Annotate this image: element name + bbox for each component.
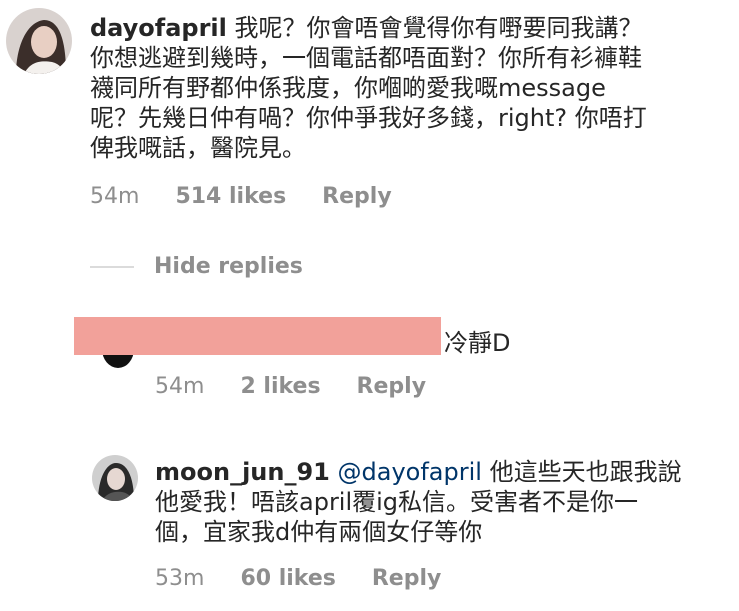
likes-count[interactable]: 514 likes <box>175 184 286 209</box>
reply-button[interactable]: Reply <box>357 374 427 399</box>
comment-meta: 53m 60 likes Reply <box>155 566 477 591</box>
timestamp: 53m <box>155 566 205 591</box>
username-link[interactable]: moon_jun_91 <box>155 458 330 486</box>
username-link[interactable]: dayofapril <box>90 14 227 42</box>
mention-link[interactable]: @dayofapril <box>338 458 482 486</box>
likes-count[interactable]: 60 likes <box>240 566 335 591</box>
timestamp: 54m <box>155 374 205 399</box>
reply-button[interactable]: Reply <box>372 566 442 591</box>
comment-body: 冷靜D <box>444 328 510 358</box>
hide-replies-label: Hide replies <box>154 254 303 279</box>
comment-text: 冷靜D <box>444 329 511 357</box>
reply-button[interactable]: Reply <box>322 184 392 209</box>
likes-count[interactable]: 2 likes <box>240 374 320 399</box>
timestamp: 54m <box>90 184 140 209</box>
comment-body: dayofapril 我呢？你會唔會覺得你有嘢要同我講？ 你想逃避到幾時，一個電… <box>90 13 710 163</box>
redaction-box <box>74 317 441 355</box>
hide-replies-toggle[interactable]: Hide replies <box>90 254 303 279</box>
avatar[interactable] <box>92 455 138 501</box>
comment-meta: 54m 514 likes Reply <box>90 184 428 209</box>
avatar[interactable] <box>6 8 72 74</box>
divider-line <box>90 265 134 268</box>
comment-meta: 54m 2 likes Reply <box>155 374 462 399</box>
comment-body: moon_jun_91 @dayofapril 他這些天也跟我說 他愛我！唔該a… <box>155 457 715 547</box>
